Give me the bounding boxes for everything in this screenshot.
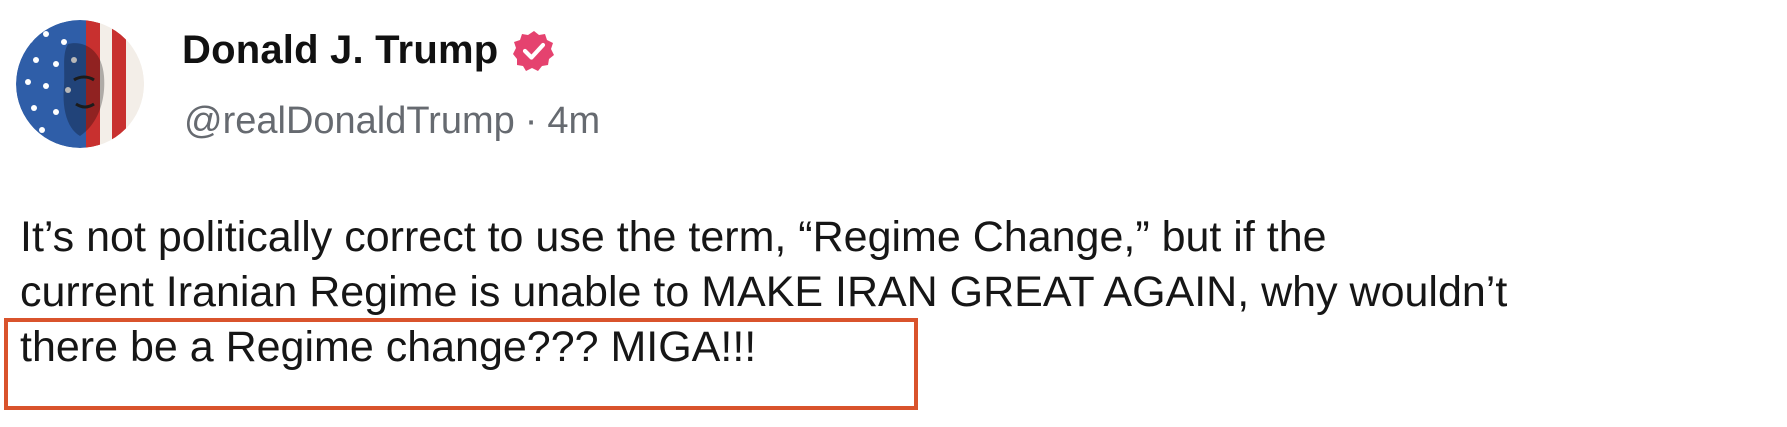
verified-badge-icon bbox=[512, 29, 556, 73]
author-meta: @realDonaldTrump · 4m bbox=[184, 100, 600, 143]
post-text-line: It’s not politically correct to use the … bbox=[20, 213, 1327, 261]
avatar-image bbox=[16, 20, 144, 148]
meta-separator: · bbox=[524, 100, 538, 142]
post-text-line: current Iranian Regime is unable to MAKE… bbox=[20, 268, 1508, 316]
author-row: Donald J. Trump bbox=[182, 28, 556, 73]
avatar[interactable] bbox=[16, 20, 144, 148]
post-card: Donald J. Trump @realDonaldTrump · 4m It… bbox=[0, 0, 1787, 427]
author-handle[interactable]: @realDonaldTrump bbox=[184, 100, 515, 143]
author-name[interactable]: Donald J. Trump bbox=[182, 28, 498, 73]
highlight-annotation-box bbox=[4, 318, 918, 410]
post-timestamp[interactable]: 4m bbox=[547, 100, 600, 143]
